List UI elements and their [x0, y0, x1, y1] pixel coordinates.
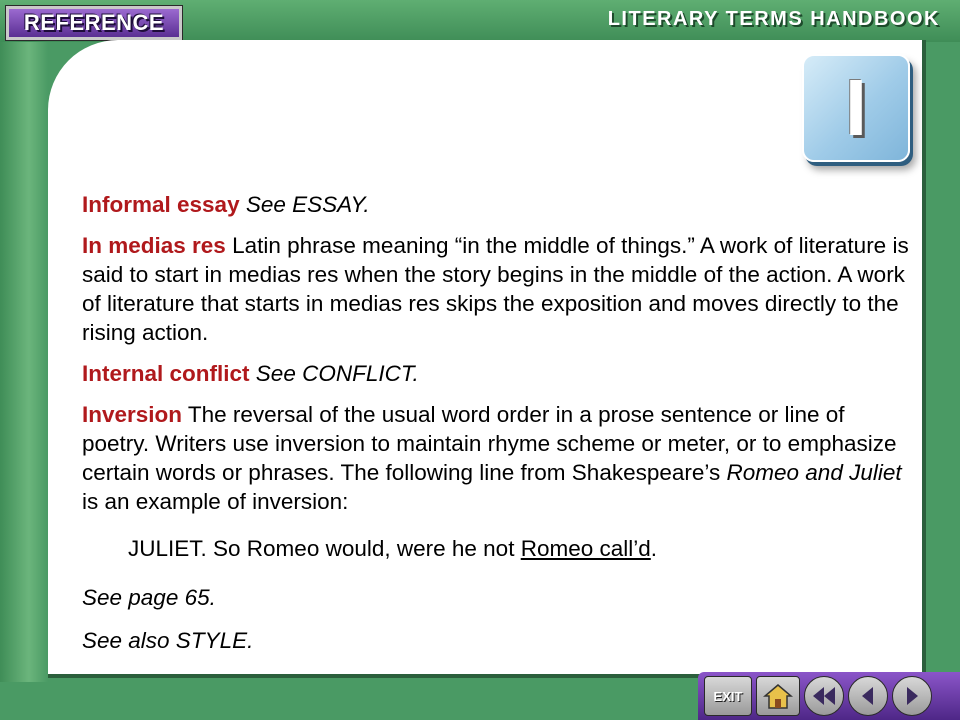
navigation-bar: EXIT: [698, 672, 960, 720]
handbook-title: LITERARY TERMS HANDBOOK: [607, 8, 940, 30]
previous-button[interactable]: [848, 676, 888, 716]
home-button[interactable]: [756, 676, 800, 716]
entry-internal-conflict: Internal conflict See CONFLICT.: [82, 359, 912, 388]
entry-term: Internal conflict: [82, 361, 250, 386]
example-underlined: Romeo call’d: [520, 536, 651, 561]
previous-icon: [862, 687, 873, 705]
see-page: See page 65.: [82, 585, 216, 610]
example-prefix: JULIET. So Romeo would, were he not: [128, 536, 515, 561]
see-also: See also STYLE.: [82, 628, 254, 653]
entry-body: See CONFLICT.: [255, 361, 419, 386]
reference-badge: REFERENCE: [5, 5, 183, 41]
entry-body: See ESSAY.: [245, 192, 370, 217]
example-suffix: .: [650, 536, 658, 561]
entry-body-end: is an example of inversion:: [82, 489, 349, 514]
exit-button[interactable]: EXIT: [704, 676, 752, 716]
glossary-content: Informal essay See ESSAY. In medias res …: [82, 190, 912, 669]
rewind-button[interactable]: [804, 676, 844, 716]
home-icon: [763, 684, 793, 709]
entry-term: Informal essay: [82, 192, 240, 217]
left-stripe: [0, 42, 48, 682]
entry-informal-essay: Informal essay See ESSAY.: [82, 190, 912, 219]
entry-term: Inversion: [82, 402, 183, 427]
letter-tile: I: [802, 54, 910, 162]
letter-tile-text: I: [844, 63, 868, 152]
next-button[interactable]: [892, 676, 932, 716]
entry-inversion: Inversion The reversal of the usual word…: [82, 400, 912, 516]
reference-label: REFERENCE: [23, 10, 165, 35]
top-bar: REFERENCE LITERARY TERMS HANDBOOK: [0, 0, 960, 42]
inversion-example: JULIET. So Romeo would, were he not Rome…: [128, 534, 912, 563]
entry-term: In medias res: [82, 233, 226, 258]
rewind-icon: [813, 687, 835, 705]
entry-in-medias-res: In medias res Latin phrase meaning “in t…: [82, 231, 912, 347]
work-title: Romeo and Juliet: [726, 460, 902, 485]
exit-label: EXIT: [713, 688, 743, 704]
next-icon: [907, 687, 918, 705]
